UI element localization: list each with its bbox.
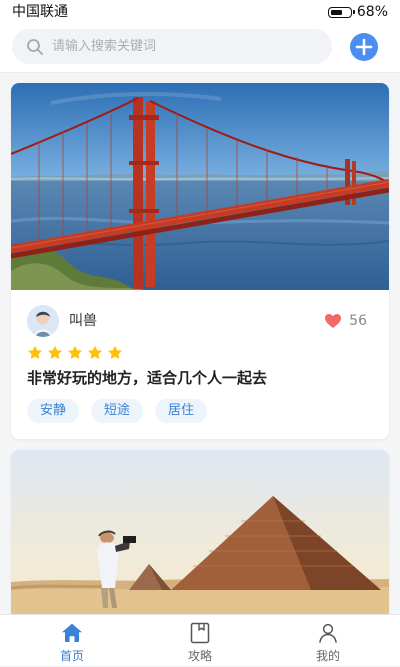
carrier-label: 中国联通 [12,4,68,20]
avatar[interactable] [27,305,59,337]
post-card[interactable] [11,450,389,614]
nav-label: 首页 [59,649,84,663]
plus-icon [355,38,373,56]
like-button[interactable]: 56 [324,312,367,330]
feed[interactable]: 叫兽 56 非常好玩的地方，适合几个人一起去 安静 短途 居住 [0,73,400,614]
nav-label: 攻略 [187,649,212,663]
post-card[interactable]: 叫兽 56 非常好玩的地方，适合几个人一起去 安静 短途 居住 [11,83,389,439]
star-icon [28,345,42,359]
tag[interactable]: 短途 [91,399,144,423]
like-count: 56 [349,313,367,329]
search-input[interactable] [52,29,322,64]
search-header [0,24,400,73]
tag[interactable]: 安静 [27,399,80,423]
battery-fill [330,9,343,15]
rating-stars [27,345,123,361]
star-icon [88,345,102,359]
tag[interactable]: 居住 [155,399,208,423]
heart-icon [325,314,342,328]
pyramid-photo[interactable] [11,450,389,614]
nav-home[interactable]: 首页 [32,615,112,667]
nav-guide[interactable]: 攻略 [160,615,240,667]
battery-icon [327,6,355,18]
battery-status: 68% [327,3,388,21]
bottom-nav: 首页 攻略 我的 [0,614,400,666]
add-button[interactable] [350,33,378,61]
star-icon [48,345,62,359]
search-icon [27,39,43,55]
author-name: 叫兽 [69,313,97,329]
star-icon [108,345,122,359]
status-bar: 中国联通 68% [0,0,400,24]
review-text: 非常好玩的地方，适合几个人一起去 [27,369,268,387]
book-icon [190,622,210,644]
nav-label: 我的 [315,649,340,663]
nav-mine[interactable]: 我的 [288,615,368,667]
star-icon [68,345,82,359]
battery-percent: 68% [356,4,388,20]
home-icon [62,623,82,642]
user-icon [319,623,337,643]
search-box[interactable] [12,29,332,64]
golden-gate-bridge-photo[interactable] [11,83,389,290]
tag-list: 安静 短途 居住 [27,399,208,423]
